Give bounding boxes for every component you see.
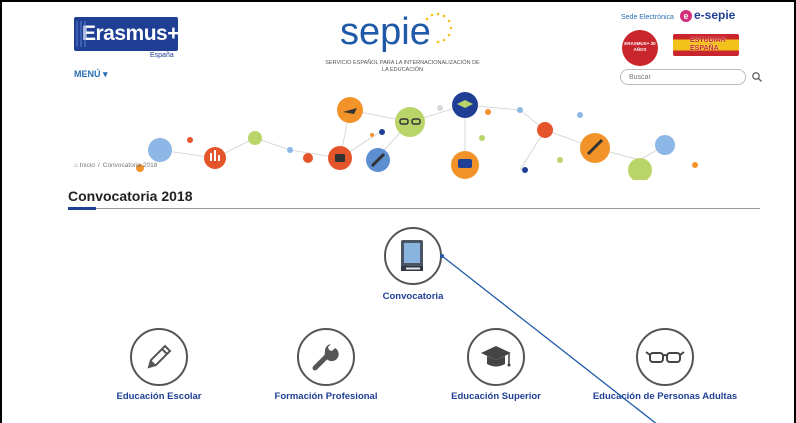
e-sepie-logo[interactable]: e e-sepie	[680, 8, 735, 22]
e-sepie-logo-text: e-sepie	[694, 8, 736, 22]
graduation-cap-icon	[481, 346, 511, 367]
title-accent-bar	[68, 207, 96, 210]
educacion-superior-label[interactable]: Educación Superior	[430, 391, 562, 402]
breadcrumb-current: Convocatoria 2018	[102, 162, 158, 169]
convocatoria-label[interactable]: Convocatoria	[350, 291, 476, 302]
sepie-logo[interactable]: sepie	[334, 6, 464, 54]
educacion-escolar-button[interactable]	[130, 328, 188, 386]
sede-electronica-link[interactable]: Sede Electrónica	[621, 14, 674, 21]
pencil-icon	[147, 344, 172, 369]
sepie-logo-text: sepie	[340, 11, 431, 53]
home-icon[interactable]: ⌂	[74, 162, 78, 169]
web-page: Erasmus+ España MENÚ ▾ sepie SERVICIO ES…	[60, 2, 770, 423]
educacion-escolar-label[interactable]: Educación Escolar	[90, 391, 228, 402]
menu-button[interactable]: MENÚ ▾	[74, 69, 108, 80]
formacion-profesional-button[interactable]	[297, 328, 355, 386]
educacion-personas-adultas-button[interactable]	[636, 328, 694, 386]
e-sepie-dot-icon: e	[680, 10, 692, 22]
page-title: Convocatoria 2018	[68, 188, 193, 204]
erasmus-logo-subtitle: España	[150, 52, 174, 59]
wrench-icon	[312, 344, 339, 371]
search-icon[interactable]	[751, 71, 763, 83]
convocatoria-button[interactable]	[384, 227, 442, 285]
educacion-personas-adultas-label[interactable]: Educación de Personas Adultas	[590, 391, 740, 402]
estudiar-espana-logo-text: ESTUDIAR ESPAÑA	[690, 37, 726, 52]
erasmus-plus-logo[interactable]: Erasmus+	[74, 17, 178, 51]
formacion-profesional-label[interactable]: Formación Profesional	[253, 391, 399, 402]
network-banner-illustration	[136, 92, 698, 180]
glasses-icon	[645, 351, 685, 363]
sepie-tagline: SERVICIO ESPAÑOL PARA LA INTERNACIONALIZ…	[325, 60, 480, 73]
screenshot-frame: Erasmus+ España MENÚ ▾ sepie SERVICIO ES…	[0, 0, 796, 423]
breadcrumb-separator: /	[97, 162, 100, 169]
erasmus-30-anos-badge[interactable]: ERASMUS+ 30 AÑOS	[622, 30, 658, 66]
title-divider	[68, 208, 760, 209]
breadcrumb-home-link[interactable]: Inicio	[80, 162, 95, 169]
educacion-superior-button[interactable]	[467, 328, 525, 386]
erasmus-logo-text: Erasmus+	[82, 22, 178, 45]
search-input[interactable]	[620, 69, 746, 85]
book-icon	[401, 240, 423, 271]
breadcrumb: ⌂ Inicio / Convocatoria 2018	[74, 162, 157, 169]
